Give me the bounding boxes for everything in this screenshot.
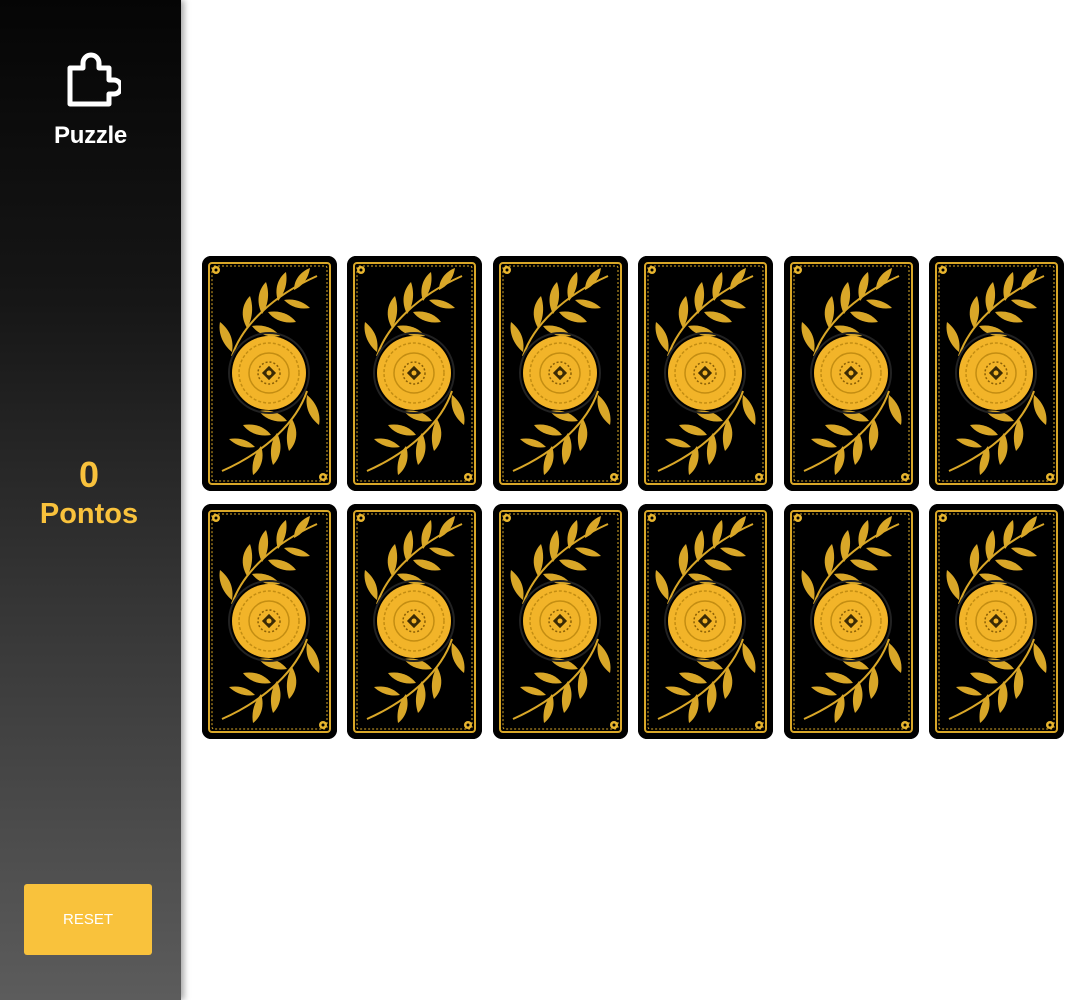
card-1[interactable] <box>202 256 337 491</box>
logo: Puzzle <box>0 50 181 150</box>
card-board <box>202 256 1064 739</box>
app-title: Puzzle <box>54 122 127 149</box>
puzzle-piece-icon <box>67 52 121 107</box>
card-7[interactable] <box>202 504 337 739</box>
card-back-art <box>783 256 919 491</box>
score-label: Pontos <box>39 498 139 530</box>
card-6[interactable] <box>928 256 1064 491</box>
score-display: 0 Pontos <box>0 453 178 531</box>
card-back-art <box>202 256 337 491</box>
card-4[interactable] <box>638 256 774 491</box>
card-back-art <box>492 256 628 491</box>
card-back-art <box>928 256 1064 491</box>
card-back-art <box>638 504 774 739</box>
card-back-art <box>928 504 1064 739</box>
card-10[interactable] <box>638 504 774 739</box>
card-8[interactable] <box>347 504 483 739</box>
card-11[interactable] <box>783 504 919 739</box>
card-back-art <box>347 256 483 491</box>
card-back-art <box>202 504 337 739</box>
score-value: 0 <box>78 454 100 495</box>
card-back-art <box>492 504 628 739</box>
card-back-art <box>347 504 483 739</box>
card-back-art <box>638 256 774 491</box>
sidebar: Puzzle 0 Pontos RESET <box>0 0 181 1000</box>
reset-button[interactable]: RESET <box>24 884 152 955</box>
card-2[interactable] <box>347 256 483 491</box>
card-3[interactable] <box>492 256 628 491</box>
card-9[interactable] <box>492 504 628 739</box>
card-back-art <box>783 504 919 739</box>
card-12[interactable] <box>928 504 1064 739</box>
card-5[interactable] <box>783 256 919 491</box>
